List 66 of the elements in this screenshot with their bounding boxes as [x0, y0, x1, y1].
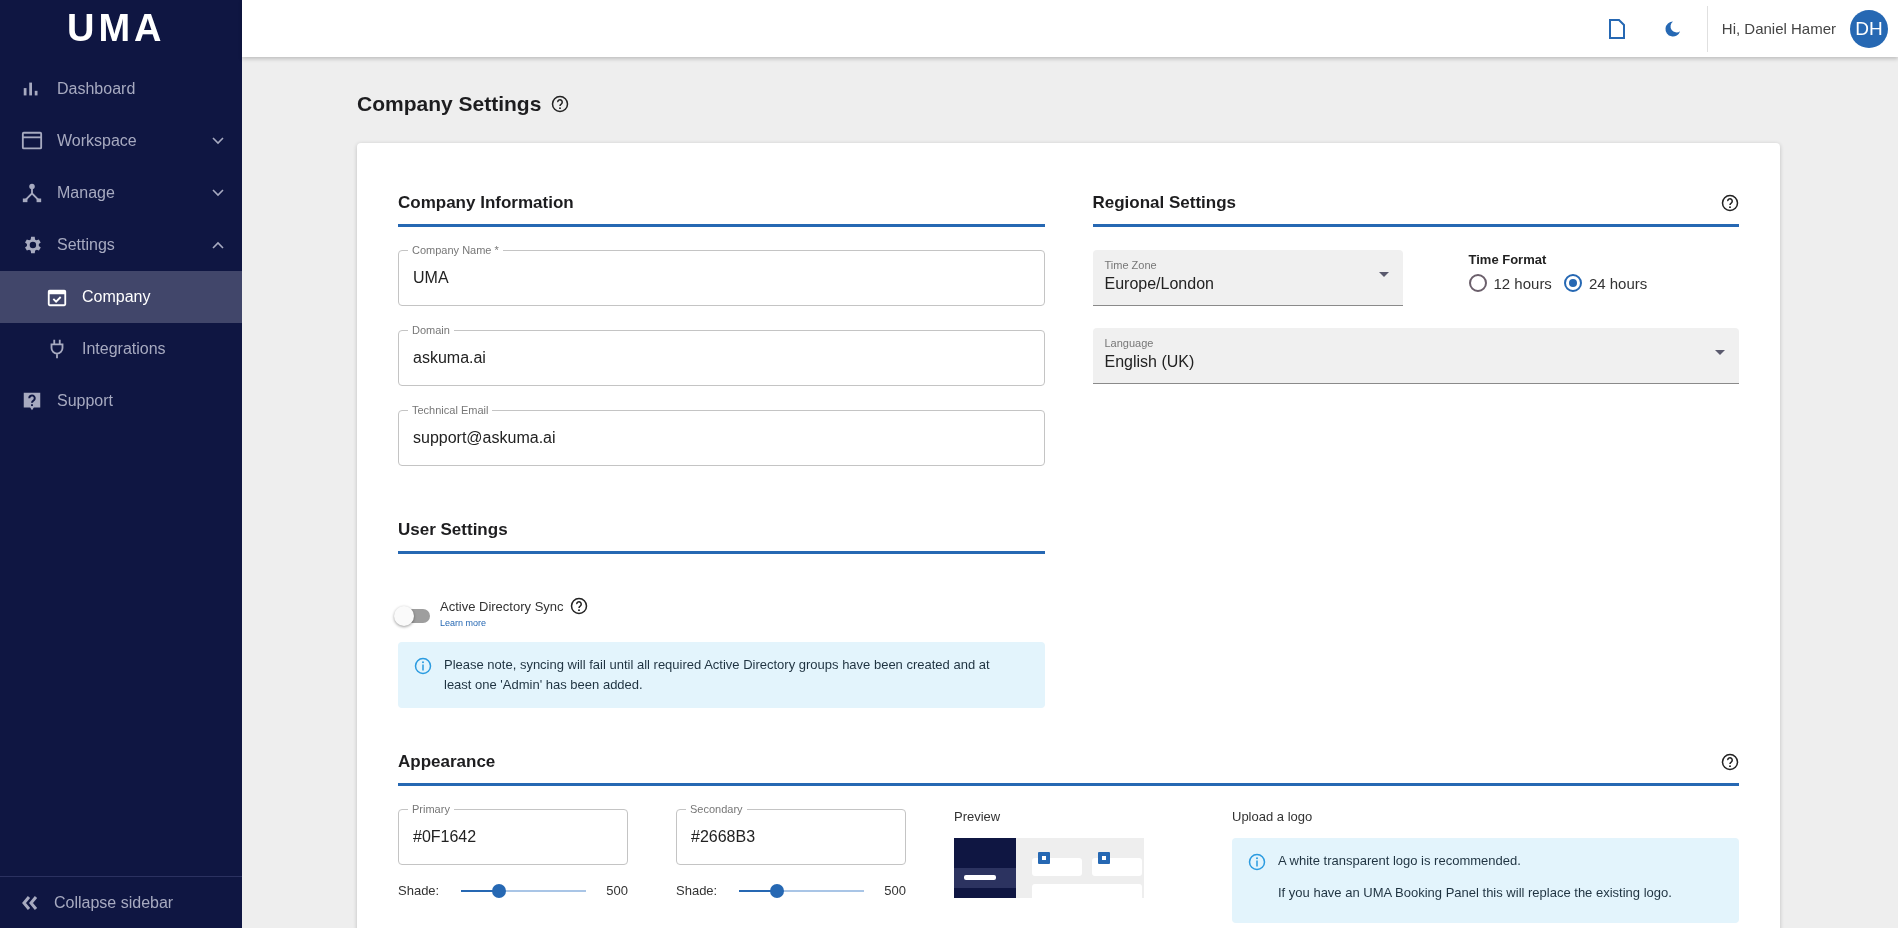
info-icon: [1248, 853, 1266, 871]
info-icon: [414, 657, 432, 675]
field-label: Secondary: [686, 802, 747, 816]
radio-label: 24 hours: [1588, 274, 1648, 292]
dropdown-caret-icon: [1715, 350, 1725, 355]
sidebar-item[interactable]: Manage: [0, 167, 242, 219]
sidebar-item[interactable]: Workspace: [0, 115, 242, 167]
help-icon[interactable]: [551, 95, 570, 113]
help-icon: [21, 390, 43, 412]
help-icon[interactable]: [1721, 193, 1739, 212]
section-title: User Settings: [398, 519, 508, 540]
help-icon[interactable]: [1721, 752, 1739, 771]
field-label: Time Format: [1468, 252, 1548, 267]
sidebar-item[interactable]: Company: [0, 271, 242, 323]
field-value: askuma.ai: [413, 349, 486, 367]
field-value: UMA: [413, 269, 449, 287]
chevron-down-icon: [212, 137, 224, 145]
slider-thumb[interactable]: [769, 883, 784, 898]
field-label: Domain: [408, 323, 454, 337]
moon-icon[interactable]: [1663, 19, 1682, 38]
chevron-up-icon: [212, 241, 224, 249]
field-label: Primary: [408, 802, 454, 816]
section-title: Company Information: [398, 192, 574, 213]
alert-text: A white transparent logo is recommended.: [1278, 852, 1522, 870]
field-value: support@askuma.ai: [413, 429, 556, 447]
sidebar-item[interactable]: Settings: [0, 219, 242, 271]
field-value: #0F1642: [413, 828, 477, 846]
slider-value: 500: [884, 883, 906, 898]
field-value: #2668B3: [691, 828, 756, 846]
field-label: Language: [1104, 336, 1155, 350]
network-icon: [21, 182, 43, 204]
radio-option[interactable]: 24 hours: [1563, 274, 1648, 292]
slider-label: Shade:: [398, 883, 440, 898]
field-label: Company Name *: [408, 243, 503, 257]
field-label: Technical Email: [408, 403, 493, 417]
alert-text: Please note, syncing will fail until all required Active Directory groups have been created and at least one 'Admin' has been added.: [444, 656, 991, 694]
slider-label: Shade:: [676, 883, 718, 898]
field-label: Time Zone: [1104, 258, 1158, 272]
alert-text: If you have an UMA Booking Panel this will replace the existing logo.: [1278, 884, 1672, 902]
select-field[interactable]: Time Zone Europe/London: [1092, 250, 1403, 306]
dropdown-caret-icon: [1378, 272, 1389, 277]
logo: UMA: [66, 6, 167, 51]
toggle-label: Active Directory Sync: [440, 598, 564, 614]
preview-label: Preview: [954, 809, 1002, 824]
document-icon[interactable]: [1608, 18, 1625, 39]
page-title: Company Settings: [357, 92, 542, 116]
select-value: Europe/London: [1104, 275, 1215, 293]
learn-more-link[interactable]: Learn more: [440, 618, 588, 628]
upload-label: Upload a logo: [1232, 809, 1314, 824]
select-field[interactable]: Language English (UK): [1092, 328, 1739, 384]
browser-window-icon: [21, 130, 43, 152]
greeting: Hi, Daniel Hamer: [1721, 20, 1836, 37]
section-title: Appearance: [398, 751, 496, 772]
slider-value: 500: [606, 883, 628, 898]
sidebar-item[interactable]: Dashboard: [0, 63, 242, 115]
double-chevron-left-icon: [22, 895, 38, 910]
slider-thumb[interactable]: [491, 883, 506, 898]
chevron-down-icon: [212, 189, 224, 197]
radio-label: 12 hours: [1493, 274, 1552, 292]
select-value: English (UK): [1104, 353, 1196, 371]
radio-option[interactable]: 12 hours: [1468, 274, 1552, 292]
user-avatar[interactable]: DH: [1850, 9, 1888, 48]
section-title: Regional Settings: [1092, 192, 1237, 213]
help-icon[interactable]: [569, 597, 588, 615]
sidebar-item[interactable]: Support: [0, 375, 242, 427]
sidebar-item[interactable]: Integrations: [0, 323, 242, 375]
